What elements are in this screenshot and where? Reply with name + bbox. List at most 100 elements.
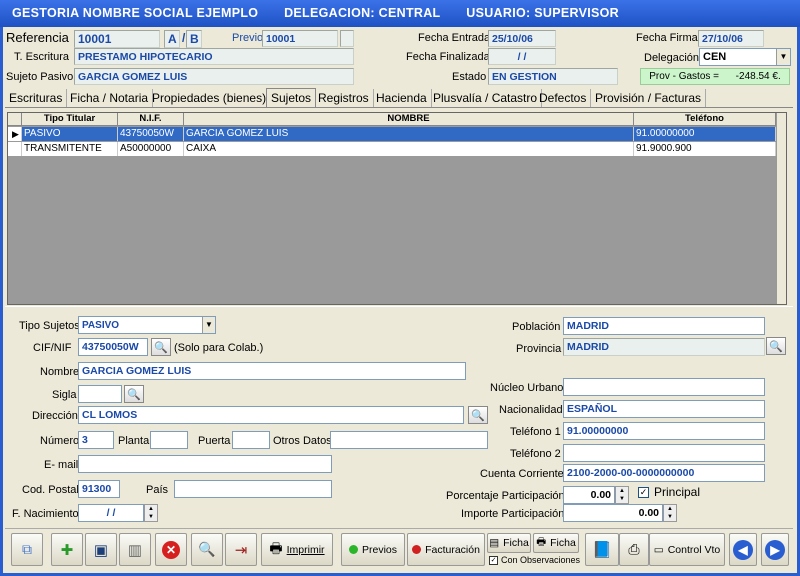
tab-defectos[interactable]: Defectos [535, 89, 592, 108]
importe-field[interactable]: 0.00 [563, 504, 663, 522]
cif-field[interactable]: 43750050W [78, 338, 148, 356]
porcentaje-field[interactable]: 0.00 [563, 486, 615, 504]
tab-propiedades[interactable]: Propiedades (bienes) [148, 89, 272, 108]
provincia-label: Provincia [516, 343, 562, 355]
date-spinner[interactable]: ▲ ▼ [144, 504, 158, 522]
email-field[interactable] [78, 455, 332, 473]
chevron-down-icon[interactable]: ▼ [202, 317, 215, 333]
planta-field[interactable] [150, 431, 188, 449]
tab-plusvalia-catastro[interactable]: Plusvalía / Catastro [429, 89, 543, 108]
arrow-right-icon: ▶ [765, 539, 785, 560]
table-row[interactable]: TRANSMITENTE A50000000 CAIXA 91.9000.900 [8, 142, 776, 156]
delegacion-value: CEN [703, 51, 727, 63]
sujetos-grid[interactable]: Tipo Titular N.I.F. NOMBRE Teléfono ▶ PA… [7, 112, 787, 305]
nacionalidad-field[interactable]: ESPAÑOL [563, 400, 765, 418]
grid-header-nif[interactable]: N.I.F. [118, 113, 184, 126]
tipo-sujetos-select[interactable]: PASIVO ▼ [78, 316, 216, 334]
window-titlebar: GESTORIA NOMBRE SOCIAL EJEMPLO DELEGACIO… [0, 0, 800, 27]
serie-a-field[interactable]: A [164, 30, 180, 48]
print-preview-button[interactable]: ⎙ [619, 533, 649, 566]
fecha-firma-field[interactable]: 27/10/06 [698, 30, 764, 47]
copy-button[interactable]: ⧉ [11, 533, 43, 566]
book-button[interactable]: 📘 [585, 533, 619, 566]
previo-field[interactable]: 10001 [262, 30, 338, 47]
porcentaje-spinner[interactable]: ▲ ▼ [615, 486, 629, 504]
telefono1-field[interactable]: 91.00000000 [563, 422, 765, 440]
grid-header-nombre[interactable]: NOMBRE [184, 113, 634, 126]
ficha1-button[interactable]: ▤ Ficha [487, 533, 531, 553]
save-button[interactable]: ▣ [85, 533, 117, 566]
delegacion-select[interactable]: CEN ▼ [699, 48, 791, 66]
tab-registros[interactable]: Registros [314, 89, 374, 108]
ficha2-button[interactable]: 🖶 Ficha [533, 533, 579, 553]
fecha-entrada-field[interactable]: 25/10/06 [488, 30, 556, 47]
table-row[interactable]: ▶ PASIVO 43750050W GARCIA GOMEZ LUIS 91.… [8, 127, 776, 141]
poblacion-label: Población [512, 321, 561, 333]
provincia-field[interactable]: MADRID [563, 338, 765, 356]
fecha-firma-label: Fecha Firma [636, 32, 698, 44]
fecha-finalizada-field[interactable]: / / [488, 48, 556, 65]
exit-button[interactable]: ⇥ [225, 533, 257, 566]
tab-hacienda[interactable]: Hacienda [372, 89, 432, 108]
telefono2-field[interactable] [563, 444, 765, 462]
grid-header-tipo[interactable]: Tipo Titular [22, 113, 118, 126]
new-icon: ✚ [60, 541, 74, 559]
con-observaciones-label: Con Observaciones [501, 555, 581, 565]
org-name: GESTORIA NOMBRE SOCIAL EJEMPLO [12, 6, 259, 20]
previos-button[interactable]: Previos [341, 533, 405, 566]
cancel-icon: ✕ [162, 540, 180, 559]
tab-divider [5, 107, 793, 108]
grid-scrollbar[interactable] [776, 113, 786, 304]
section-separator [5, 306, 793, 307]
poblacion-field[interactable]: MADRID [563, 317, 765, 335]
prov-gastos-badge: Prov - Gastos = -248.54 €. [640, 68, 790, 85]
previous-button[interactable]: ◀ [729, 533, 757, 566]
tab-ficha-notaria[interactable]: Ficha / Notaria [66, 89, 154, 108]
magnifier-icon: 🔍 [198, 541, 216, 557]
otros-datos-field[interactable] [330, 431, 488, 449]
cancel-button[interactable]: ✕ [155, 533, 187, 566]
email-label: E- mail [44, 459, 79, 471]
delete-button[interactable]: ▥ [119, 533, 151, 566]
fecha-nacimiento-field[interactable]: / / [78, 504, 144, 522]
nucleo-urbano-field[interactable] [563, 378, 765, 396]
previo-extra-field[interactable] [340, 30, 354, 47]
sujeto-pasivo-field[interactable]: GARCIA GOMEZ LUIS [74, 68, 354, 85]
pais-field[interactable] [174, 480, 332, 498]
codigo-postal-field[interactable]: 91300 [78, 480, 120, 498]
chevron-down-icon[interactable]: ▼ [776, 49, 790, 65]
search-icon[interactable]: 🔍 [468, 406, 488, 424]
arrow-left-icon: ◀ [733, 539, 753, 560]
telefono1-label: Teléfono 1 [510, 426, 561, 438]
principal-checkbox[interactable]: ✓ [638, 487, 649, 498]
sigla-field[interactable] [78, 385, 122, 403]
print-icon: 🖶 [536, 536, 547, 548]
bottom-toolbar: ⧉ ✚ ▣ ▥ ✕ 🔍 ⇥ 🖶 Imprimir Previos Facturac… [5, 531, 793, 571]
search-icon[interactable]: 🔍 [124, 385, 144, 403]
tab-provision-facturas[interactable]: Provisión / Facturas [591, 89, 707, 108]
tab-escrituras[interactable]: Escrituras [5, 89, 68, 108]
cuenta-corriente-field[interactable]: 2100-2000-00-0000000000 [563, 464, 765, 482]
control-vto-button[interactable]: ▭ Control Vto [649, 533, 725, 566]
nombre-field[interactable]: GARCIA GOMEZ LUIS [78, 362, 466, 380]
facturacion-button[interactable]: Facturación [407, 533, 485, 566]
next-button[interactable]: ▶ [761, 533, 789, 566]
numero-field[interactable]: 3 [78, 431, 114, 449]
search-button[interactable]: 🔍 [191, 533, 223, 566]
estado-field[interactable]: EN GESTION [488, 68, 618, 85]
direccion-label: Dirección [32, 410, 78, 422]
imprimir-button[interactable]: 🖶 Imprimir [261, 533, 333, 566]
referencia-field[interactable]: 10001 [74, 30, 160, 48]
search-icon[interactable]: 🔍 [766, 337, 786, 355]
importe-spinner[interactable]: ▲ ▼ [663, 504, 677, 522]
puerta-field[interactable] [232, 431, 270, 449]
grid-header-telefono[interactable]: Teléfono [634, 113, 776, 126]
new-button[interactable]: ✚ [51, 533, 83, 566]
direccion-field[interactable]: CL LOMOS [78, 406, 464, 424]
con-observaciones-checkbox[interactable]: ✓ [489, 556, 498, 565]
escritura-field[interactable]: PRESTAMO HIPOTECARIO [74, 48, 354, 65]
tab-sujetos[interactable]: Sujetos [266, 88, 317, 108]
serie-b-field[interactable]: B [186, 30, 202, 48]
search-icon[interactable]: 🔍 [151, 338, 171, 356]
solo-colab-note: (Solo para Colab.) [174, 342, 264, 354]
